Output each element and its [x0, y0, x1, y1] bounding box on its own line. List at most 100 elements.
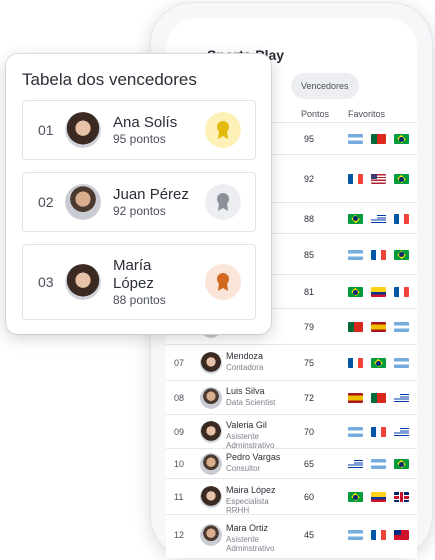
- favorite-flags: [348, 213, 409, 224]
- row-points: 92: [304, 174, 315, 184]
- flag-ws-icon: [394, 530, 409, 540]
- winner-row-3[interactable]: 03 María López 88 pontos: [22, 244, 256, 320]
- flag-co-icon: [371, 287, 386, 297]
- gold-medal-icon: [205, 112, 241, 148]
- favorite-flags: [348, 287, 409, 297]
- winner-row-2[interactable]: 02 Juan Pérez 92 pontos: [22, 172, 256, 232]
- favorite-flags: [348, 427, 409, 437]
- avatar: [65, 112, 101, 148]
- flag-fr-icon: [348, 174, 363, 184]
- row-name: Luis Silva: [226, 386, 265, 396]
- row-position: 09: [174, 427, 185, 437]
- row-position: 10: [174, 459, 185, 469]
- card-title: Tabela dos vencedores: [22, 70, 197, 89]
- flag-fr-icon: [371, 427, 386, 437]
- table-row[interactable]: 10 Pedro Vargas Consultor 65: [166, 448, 417, 478]
- avatar: [200, 453, 222, 475]
- favorite-flags: [348, 322, 409, 332]
- header-points: Pontos: [301, 109, 330, 119]
- favorite-flags: [348, 492, 409, 502]
- favorite-flags: [348, 530, 409, 540]
- flag-br-icon: [348, 492, 363, 502]
- flag-uy-icon: [394, 427, 409, 437]
- flag-ar-icon: [348, 427, 363, 437]
- row-points: 81: [304, 287, 315, 297]
- avatar: [200, 352, 222, 374]
- row-points: 95: [304, 134, 315, 144]
- row-position: 07: [174, 358, 185, 368]
- flag-us-icon: [371, 174, 386, 184]
- table-row[interactable]: 12 Mara Ortiz Asistente Adminstrativo 45: [166, 514, 417, 554]
- flag-uy-icon: [371, 213, 386, 224]
- flag-fr-icon: [371, 249, 386, 260]
- winners-card: Tabela dos vencedores 01 Ana Solís 95 po…: [6, 54, 271, 334]
- flag-ar-icon: [348, 249, 363, 260]
- flag-es-icon: [371, 322, 386, 332]
- row-points: 65: [304, 459, 315, 469]
- winner-name: María López: [113, 257, 154, 292]
- flag-br-icon: [371, 358, 386, 368]
- bronze-medal-icon: [205, 264, 241, 300]
- table-row[interactable]: 11 Maira López Especialista RRHH 60: [166, 478, 417, 515]
- avatar: [200, 387, 222, 409]
- winner-points: 88 pontos: [113, 293, 166, 307]
- row-role: Data Scientist: [226, 398, 276, 407]
- flag-fr-icon: [371, 530, 386, 540]
- favorite-flags: [348, 249, 409, 260]
- row-points: 88: [304, 213, 315, 224]
- row-points: 72: [304, 393, 315, 403]
- favorite-flags: [348, 393, 409, 403]
- avatar: [200, 421, 222, 443]
- row-points: 45: [304, 530, 315, 540]
- favorite-flags: [348, 174, 409, 184]
- row-name: Mendoza: [226, 351, 264, 361]
- table-row[interactable]: 09 Valeria Gil Asistente Adminstrativo 70: [166, 414, 417, 450]
- flag-co-icon: [371, 492, 386, 502]
- winner-row-1[interactable]: 01 Ana Solís 95 pontos: [22, 100, 256, 160]
- row-role: Contadora: [226, 363, 264, 372]
- flag-br-icon: [394, 134, 409, 144]
- winner-points: 92 pontos: [113, 204, 166, 218]
- row-position: 08: [174, 393, 185, 403]
- winner-position: 02: [38, 194, 54, 210]
- row-points: 85: [304, 249, 315, 260]
- flag-pt-icon: [371, 134, 386, 144]
- favorite-flags: [348, 459, 409, 469]
- flag-br-icon: [348, 287, 363, 297]
- flag-ar-icon: [394, 358, 409, 368]
- avatar: [65, 264, 101, 300]
- favorite-flags: [348, 358, 409, 368]
- flag-br-icon: [394, 459, 409, 469]
- row-role: Asistente Adminstrativo: [226, 535, 275, 553]
- flag-fr-icon: [394, 287, 409, 297]
- silver-medal-icon: [205, 184, 241, 220]
- flag-gb-icon: [394, 492, 409, 502]
- table-row[interactable]: 07 Mendoza Contadora 75: [166, 344, 417, 380]
- row-points: 75: [304, 358, 315, 368]
- avatar: [200, 524, 222, 546]
- flag-ar-icon: [348, 530, 363, 540]
- flag-pt-icon: [348, 322, 363, 332]
- row-points: 60: [304, 492, 315, 502]
- row-points: 79: [304, 322, 315, 332]
- flag-pt-icon: [371, 393, 386, 403]
- flag-br-icon: [348, 213, 363, 224]
- flag-es-icon: [348, 393, 363, 403]
- tab-winners[interactable]: Vencedores: [291, 73, 359, 99]
- header-favorites: Favoritos: [348, 109, 386, 119]
- winner-name: Juan Pérez: [113, 186, 189, 203]
- row-points: 70: [304, 427, 315, 437]
- winner-points: 95 pontos: [113, 132, 166, 146]
- flag-ar-icon: [348, 134, 363, 144]
- winner-position: 03: [38, 274, 54, 290]
- flag-uy-icon: [394, 393, 409, 403]
- row-name: Pedro Vargas: [226, 452, 281, 462]
- flag-fr-icon: [348, 358, 363, 368]
- row-name: Mara Ortiz: [226, 523, 269, 533]
- row-position: 11: [174, 492, 184, 502]
- flag-fr-icon: [394, 213, 409, 224]
- winner-name: Ana Solís: [113, 114, 178, 131]
- table-row[interactable]: 08 Luis Silva Data Scientist 72: [166, 380, 417, 414]
- flag-br-icon: [394, 249, 409, 260]
- flag-ar-icon: [371, 459, 386, 469]
